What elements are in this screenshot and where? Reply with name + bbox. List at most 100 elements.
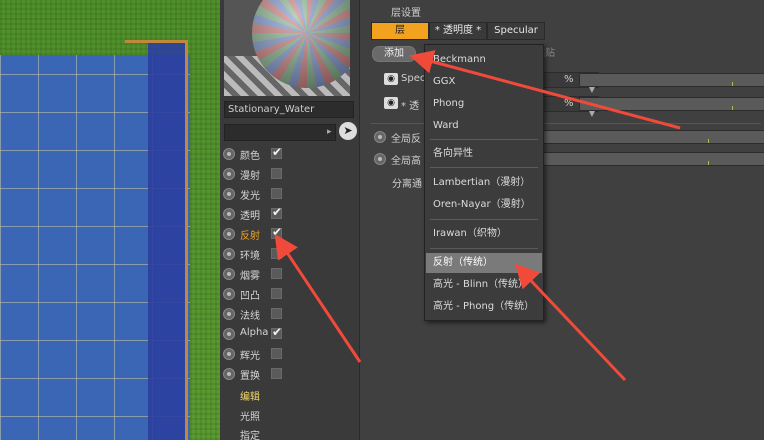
menu-item-oren-nayar[interactable]: Oren-Nayar（漫射） — [426, 195, 542, 215]
channel-alpha[interactable]: Alpha — [223, 325, 293, 344]
channel-environment[interactable]: 环境 — [223, 246, 293, 264]
menu-item-anisotropic[interactable]: 各向异性 — [426, 144, 542, 164]
selection-edge — [185, 40, 188, 440]
channel-label: 法线 — [240, 311, 260, 322]
channel-checkbox[interactable] — [271, 145, 282, 159]
material-name-field[interactable]: Stationary_Water — [224, 101, 354, 118]
channel-radio[interactable] — [223, 248, 235, 260]
channel-radio[interactable] — [223, 168, 235, 180]
channel-radio[interactable] — [223, 308, 235, 320]
chevron-right-icon: ▸ — [327, 127, 332, 137]
channel-label: 辉光 — [240, 351, 260, 362]
channel-transparency[interactable]: 透明 — [223, 205, 293, 224]
menu-item-reflection-legacy[interactable]: 反射（传统） — [426, 253, 542, 273]
channel-checkbox[interactable] — [271, 348, 282, 359]
channel-fog[interactable]: 烟雾 — [223, 266, 293, 284]
slider-tick — [708, 161, 709, 165]
sub-item-edit[interactable]: 编辑 — [240, 388, 260, 403]
global-radio[interactable] — [374, 131, 386, 143]
tab-specular[interactable]: Specular — [487, 22, 545, 40]
menu-separator — [430, 167, 538, 168]
slider-tick — [732, 106, 733, 110]
slider-tick — [708, 139, 709, 143]
global-specular-slider[interactable] — [541, 152, 764, 166]
material-dropdown[interactable]: ▸ — [224, 124, 336, 141]
channel-checkbox[interactable] — [271, 188, 282, 199]
global-radio[interactable] — [374, 153, 386, 165]
channel-displacement[interactable]: 置换 — [223, 366, 293, 384]
layer-strength-slider[interactable] — [579, 73, 764, 87]
channel-radio[interactable] — [223, 148, 235, 160]
channel-label: Alpha — [240, 327, 269, 338]
menu-item-ggx[interactable]: GGX — [426, 72, 542, 92]
channel-radio[interactable] — [223, 368, 235, 380]
menu-item-blinn-legacy[interactable]: 高光 - Blinn（传统） — [426, 275, 542, 295]
channel-label: 颜色 — [240, 151, 260, 162]
menu-separator — [430, 248, 538, 249]
channel-checkbox[interactable] — [271, 308, 282, 319]
channel-color[interactable]: 颜色 — [223, 145, 293, 164]
channel-radio[interactable] — [223, 328, 235, 340]
channel-radio[interactable] — [223, 288, 235, 300]
channel-radio[interactable] — [223, 228, 235, 240]
percent-unit: % — [564, 98, 574, 109]
layer-settings-panel: 层设置 层 * 透明度 * Specular 添加 粘贴 ◉ Specu %▲▼… — [361, 0, 764, 440]
eye-icon[interactable]: ◉ — [384, 73, 398, 85]
channel-label: 置换 — [240, 371, 260, 382]
menu-separator — [430, 219, 538, 220]
menu-item-phong-legacy[interactable]: 高光 - Phong（传统） — [426, 297, 542, 317]
layer-name: * 透 — [401, 101, 420, 112]
channel-bump[interactable]: 凹凸 — [223, 286, 293, 304]
channel-radio[interactable] — [223, 268, 235, 280]
cursor-picker-icon[interactable]: ➤ — [339, 122, 357, 140]
tab-transparency[interactable]: * 透明度 * — [429, 22, 487, 40]
separate-pass-label: 分离通 — [392, 179, 422, 190]
channel-label: 环境 — [240, 251, 260, 262]
channel-checkbox[interactable] — [271, 368, 282, 379]
menu-item-phong[interactable]: Phong — [426, 94, 542, 114]
section-title: 层设置 — [391, 8, 421, 19]
channel-label: 透明 — [240, 211, 260, 222]
global-specular-label: 全局高 — [391, 156, 421, 167]
menu-item-ward[interactable]: Ward — [426, 116, 542, 136]
channel-radio[interactable] — [223, 208, 235, 220]
channel-reflectance[interactable]: 反射 — [223, 225, 293, 244]
menu-item-lambertian[interactable]: Lambertian（漫射） — [426, 173, 542, 193]
menu-item-irawan[interactable]: Irawan（织物） — [426, 224, 542, 244]
sub-item-illumination[interactable]: 光照 — [240, 408, 260, 423]
percent-unit: % — [564, 74, 574, 85]
global-reflection-slider[interactable] — [541, 130, 764, 144]
channel-label: 凹凸 — [240, 291, 260, 302]
channel-diffuse[interactable]: 漫射 — [223, 166, 293, 184]
3d-viewport[interactable] — [0, 0, 220, 440]
channel-glow[interactable]: 辉光 — [223, 346, 293, 364]
channel-checkbox[interactable] — [271, 288, 282, 299]
channel-label: 发光 — [240, 191, 260, 202]
channel-label: 反射 — [240, 231, 260, 242]
channel-checkbox[interactable] — [271, 205, 282, 219]
menu-separator — [430, 139, 538, 140]
channel-checkbox[interactable] — [271, 268, 282, 279]
channel-checkbox[interactable] — [271, 225, 282, 239]
channel-label: 烟雾 — [240, 271, 260, 282]
menu-item-beckmann[interactable]: Beckmann — [426, 50, 542, 70]
add-button[interactable]: 添加 — [372, 46, 416, 62]
tab-layer[interactable]: 层 — [371, 22, 429, 40]
material-preview — [224, 0, 350, 96]
water-selection-stripe — [148, 40, 188, 440]
channel-checkbox[interactable] — [271, 325, 282, 339]
slider-tick — [732, 82, 733, 86]
sub-item-assign[interactable]: 指定 — [240, 427, 260, 440]
channel-normal[interactable]: 法线 — [223, 306, 293, 324]
channel-label: 漫射 — [240, 171, 260, 182]
global-reflection-label: 全局反 — [391, 134, 421, 145]
eye-icon[interactable]: ◉ — [384, 97, 398, 109]
channel-checkbox[interactable] — [271, 248, 282, 259]
material-panel: Stationary_Water ▸ ➤ 颜色 漫射 发光 透明 反射 环境 烟… — [220, 0, 360, 440]
add-layer-menu: Beckmann GGX Phong Ward 各向异性 Lambertian（… — [424, 44, 544, 321]
channel-radio[interactable] — [223, 348, 235, 360]
channel-checkbox[interactable] — [271, 168, 282, 179]
channel-luminance[interactable]: 发光 — [223, 186, 293, 204]
channel-radio[interactable] — [223, 188, 235, 200]
layer-strength-slider[interactable] — [579, 97, 764, 111]
